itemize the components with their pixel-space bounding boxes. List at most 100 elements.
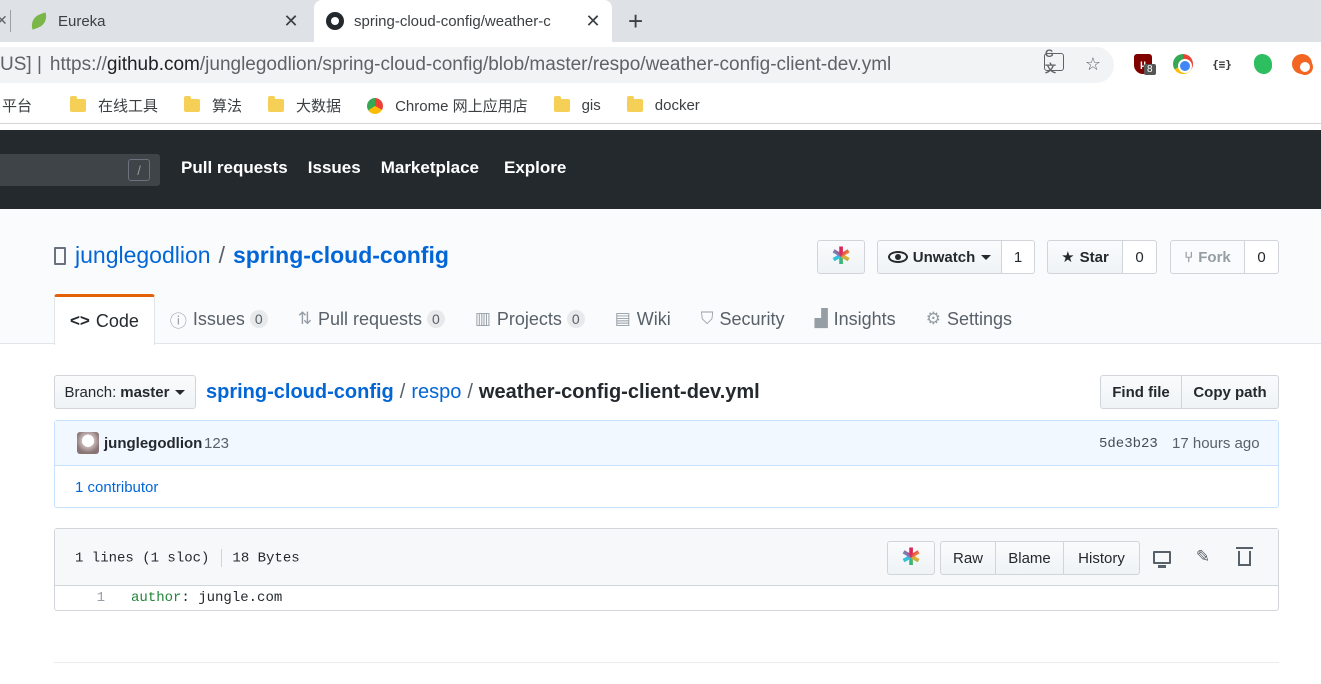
tab-label: Insights (833, 308, 896, 329)
yaml-colon: : (181, 590, 190, 606)
fork-button[interactable]: ⑂ Fork (1170, 240, 1245, 274)
raw-button[interactable]: Raw (940, 541, 996, 575)
address-bar[interactable]: US] | https://github.com/junglegodlion/s… (0, 47, 1114, 83)
folder-icon (553, 96, 570, 112)
star-count[interactable]: 0 (1122, 240, 1157, 274)
branch-prefix: Branch: (64, 383, 117, 401)
tab-eureka[interactable]: Eureka ✕ (18, 0, 310, 42)
bookmark-label: Chrome 网上应用店 (395, 98, 528, 115)
commit-author-link[interactable]: junglegodlion (104, 435, 202, 452)
trash-icon[interactable] (1233, 546, 1255, 568)
tab-close-button[interactable]: ✕ (580, 11, 606, 32)
nav-explore[interactable]: Explore (504, 158, 566, 178)
tab-github-active[interactable]: spring-cloud-config/weather-c ✕ (314, 0, 612, 42)
bookmark-folder[interactable]: 算法 (184, 95, 242, 116)
bookmark-label: 在线工具 (98, 98, 159, 115)
tab-code[interactable]: <> Code (54, 294, 155, 345)
watch-count[interactable]: 1 (1001, 240, 1035, 274)
tab-projects[interactable]: ▥ Projects 0 (460, 294, 600, 344)
evernote-extension-icon[interactable] (1251, 52, 1275, 76)
commit-tease: junglegodlion 123 5de3b23 17 hours ago (55, 421, 1278, 466)
code-icon: <> (70, 311, 90, 330)
commit-sha-link[interactable]: 5de3b23 (1099, 436, 1158, 452)
branch-name: master (120, 383, 170, 401)
blame-button[interactable]: Blame (995, 541, 1064, 575)
tab-insights[interactable]: ▟ Insights (800, 294, 911, 344)
browser-toolbar: US] | https://github.com/junglegodlion/s… (0, 42, 1321, 88)
line-number[interactable]: 1 (55, 590, 105, 606)
desktop-icon[interactable] (1151, 546, 1173, 568)
watch-label: Unwatch (912, 248, 976, 266)
tab-close-button[interactable]: ✕ (278, 11, 304, 32)
address-url[interactable]: https://github.com/junglegodlion/spring-… (50, 54, 891, 76)
url-scheme: https:// (49, 54, 107, 75)
bookmark-folder[interactable]: 在线工具 (70, 95, 158, 116)
translate-icon[interactable]: G文 (1044, 48, 1064, 75)
ublock-extension-icon[interactable]: μ8 (1131, 52, 1156, 76)
chrome-extension-icon[interactable] (1171, 52, 1195, 76)
fork-label: Fork (1198, 248, 1231, 266)
search-shortcut-key: / (128, 159, 150, 181)
breadcrumb-dir-link[interactable]: respo (411, 381, 461, 403)
close-icon[interactable]: ✕ (0, 12, 8, 29)
repo-owner-link[interactable]: junglegodlion (75, 242, 211, 269)
yaml-value: jungle.com (189, 590, 283, 606)
tab-settings[interactable]: ⚙ Settings (911, 294, 1027, 344)
previous-tab-stub[interactable]: ✕ (0, 10, 14, 32)
spring-leaf-icon (28, 12, 50, 30)
bookmark-star-icon[interactable]: ☆ (1082, 53, 1104, 75)
folder-icon (70, 96, 87, 112)
star-label: Star (1079, 248, 1109, 266)
orange-extension-icon[interactable] (1290, 52, 1314, 76)
github-header: / Pull requests Issues Marketplace Explo… (0, 130, 1321, 209)
tab-issues[interactable]: ⓘ Issues 0 (155, 294, 283, 344)
json-viewer-extension-icon[interactable]: {≡} (1210, 52, 1234, 76)
find-file-button[interactable]: Find file (1100, 375, 1182, 409)
breadcrumb-repo-link[interactable]: spring-cloud-config (206, 381, 394, 403)
star-icon: ★ (1061, 249, 1075, 266)
nav-marketplace[interactable]: Marketplace (381, 158, 479, 178)
folder-icon (268, 96, 285, 112)
file-info-divider (221, 549, 223, 567)
history-button[interactable]: History (1063, 541, 1140, 575)
tab-label: Security (719, 308, 785, 329)
bookmark-item[interactable]: Chrome 网上应用店 (367, 95, 528, 116)
file-size: 18 Bytes (232, 550, 300, 567)
bookmark-item[interactable]: 平台 (2, 95, 32, 116)
zenhub-button[interactable]: ✱ (887, 541, 935, 575)
new-tab-button[interactable]: + (628, 6, 643, 36)
tab-title: spring-cloud-config/weather-c (354, 12, 551, 30)
watch-button[interactable]: Unwatch (877, 240, 1002, 274)
repo-icon (54, 246, 66, 265)
contributors-link[interactable]: 1 contributor (75, 479, 158, 496)
github-search-input[interactable]: / (0, 154, 160, 186)
commit-box: junglegodlion 123 5de3b23 17 hours ago 1… (54, 420, 1279, 508)
fork-count[interactable]: 0 (1244, 240, 1279, 274)
tab-label: Projects (496, 308, 562, 329)
branch-select-button[interactable]: Branch: master (54, 375, 196, 409)
breadcrumb-filename: weather-config-client-dev.yml (478, 381, 760, 403)
book-icon: ▤ (614, 309, 631, 328)
fork-icon: ⑂ (1184, 248, 1194, 266)
bookmarks-bar: 平台 在线工具 算法 大数据 Chrome 网上应用店 gis docker (0, 88, 1321, 124)
star-button[interactable]: ★ Star (1047, 240, 1123, 274)
breadcrumb-separator: / (467, 381, 473, 403)
nav-issues[interactable]: Issues (308, 158, 361, 178)
pencil-icon[interactable]: ✎ (1192, 546, 1214, 568)
zenhub-icon: ✱ (900, 544, 922, 571)
eye-icon (887, 251, 908, 263)
chevron-down-icon (175, 389, 186, 395)
project-icon: ▥ (474, 309, 491, 328)
nav-pull-requests[interactable]: Pull requests (181, 158, 288, 178)
tab-wiki[interactable]: ▤ Wiki (600, 294, 686, 344)
tab-security[interactable]: ⛉ Security (686, 294, 800, 344)
bookmark-folder[interactable]: gis (553, 96, 601, 114)
zenhub-button[interactable]: ✱ (817, 240, 865, 274)
commit-message-link[interactable]: 123 (204, 435, 229, 452)
avatar[interactable] (77, 432, 99, 454)
copy-path-button[interactable]: Copy path (1181, 375, 1279, 409)
bookmark-folder[interactable]: docker (626, 96, 700, 114)
repo-name-link[interactable]: spring-cloud-config (233, 242, 449, 269)
bookmark-folder[interactable]: 大数据 (268, 95, 341, 116)
tab-pull-requests[interactable]: ⇅ Pull requests 0 (283, 294, 460, 344)
